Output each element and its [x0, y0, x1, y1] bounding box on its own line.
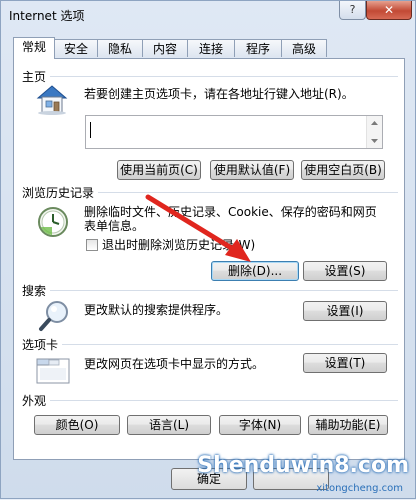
use-default-button[interactable]: 使用默认值(F): [210, 160, 294, 180]
history-description-line2: 表单信息。: [84, 219, 145, 233]
search-section-divider: [22, 290, 398, 291]
search-settings-button[interactable]: 设置(I): [303, 301, 387, 321]
search-magnifier-icon: [38, 299, 72, 336]
watermark-brand: Shenduwin8.com: [197, 453, 409, 478]
general-tab-panel: 主页 若要创建主页选项卡，请在各地址行键入地址(R)。 使用当前页(C) 使用默…: [13, 58, 405, 460]
home-section-divider: [22, 76, 398, 77]
history-section-title: 浏览历史记录: [22, 184, 99, 201]
history-clock-icon: [36, 205, 70, 242]
title-bar: Internet 选项 ? ✕: [1, 1, 415, 31]
url-scrollbar[interactable]: [366, 116, 382, 148]
home-description: 若要创建主页选项卡，请在各地址行键入地址(R)。: [84, 87, 354, 101]
help-button[interactable]: ?: [339, 1, 366, 20]
tab-general[interactable]: 常规: [13, 37, 55, 59]
search-section-title: 搜索: [22, 282, 51, 299]
use-blank-button[interactable]: 使用空白页(B): [301, 160, 385, 180]
watermark-url: xitongcheng.com: [316, 483, 403, 494]
tab-programs[interactable]: 程序: [234, 39, 282, 57]
home-page-url-input[interactable]: [85, 115, 383, 149]
appearance-section-title: 外观: [22, 392, 51, 409]
tab-content[interactable]: 内容: [142, 39, 188, 57]
tabs-window-icon: [36, 355, 70, 388]
appearance-section-divider: [22, 400, 398, 401]
window-title: Internet 选项: [9, 9, 85, 23]
tabs-section-title: 选项卡: [22, 336, 63, 353]
tabs-settings-button[interactable]: 设置(T): [303, 353, 387, 373]
tab-privacy[interactable]: 隐私: [97, 39, 143, 57]
delete-on-exit-checkbox[interactable]: [86, 239, 98, 251]
close-button[interactable]: ✕: [366, 1, 412, 20]
history-description-line1: 删除临时文件、历史记录、Cookie、保存的密码和网页: [84, 205, 377, 219]
delete-on-exit-label: 退出时删除浏览历史记录(W): [102, 238, 256, 252]
search-description: 更改默认的搜索提供程序。: [84, 303, 229, 317]
tab-security[interactable]: 安全: [54, 39, 98, 57]
use-current-button[interactable]: 使用当前页(C): [117, 160, 201, 180]
delete-history-button[interactable]: 删除(D)...: [211, 261, 299, 281]
home-house-icon: [34, 83, 70, 118]
accessibility-button[interactable]: 辅助功能(E): [308, 415, 388, 435]
tabs-section-divider: [22, 344, 398, 345]
tab-connections[interactable]: 连接: [187, 39, 235, 57]
colors-button[interactable]: 颜色(O): [34, 415, 120, 435]
tabs-description: 更改网页在选项卡中显示的方式。: [84, 357, 265, 371]
tab-advanced[interactable]: 高级: [281, 39, 327, 57]
history-settings-button[interactable]: 设置(S): [303, 261, 387, 281]
fonts-button[interactable]: 字体(N): [219, 415, 301, 435]
text-caret: [90, 122, 91, 138]
languages-button[interactable]: 语言(L): [127, 415, 211, 435]
internet-options-window: Internet 选项 ? ✕ 常规 安全 隐私 内容 连接 程序 高级 主页 …: [0, 0, 416, 499]
